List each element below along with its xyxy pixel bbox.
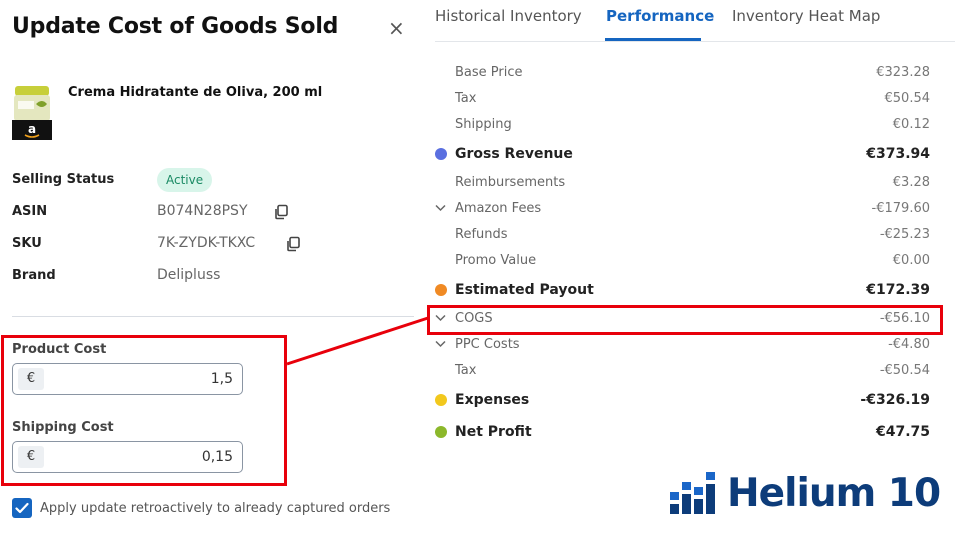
close-icon[interactable]: × xyxy=(388,16,405,40)
tab-performance[interactable]: Performance xyxy=(606,7,714,25)
row-label: Amazon Fees xyxy=(455,201,542,216)
row-value: €47.75 xyxy=(875,424,930,440)
asin-label: ASIN xyxy=(12,204,48,219)
row-value: €50.54 xyxy=(884,91,931,106)
helium10-logo-text: Helium 10 xyxy=(727,471,941,516)
chevron-down-icon[interactable] xyxy=(435,204,446,212)
row-label: Refunds xyxy=(455,227,508,242)
line-item-row: Promo Value €0.00 xyxy=(432,248,932,274)
product-name: Crema Hidratante de Oliva, 200 ml xyxy=(68,85,323,100)
tab-inventory-heat-map[interactable]: Inventory Heat Map xyxy=(732,7,880,25)
line-item-row: Base Price €323.28 xyxy=(432,60,932,86)
row-value: €172.39 xyxy=(866,282,930,298)
line-item-row: Shipping €0.12 xyxy=(432,112,932,138)
chevron-down-icon[interactable] xyxy=(435,314,446,322)
product-cost-field[interactable]: € xyxy=(12,363,243,395)
currency-euro-icon: € xyxy=(18,446,44,468)
shipping-cost-label: Shipping Cost xyxy=(12,420,114,435)
selling-status-label: Selling Status xyxy=(12,172,115,187)
row-value: €0.12 xyxy=(892,117,930,132)
legend-dot-icon xyxy=(435,148,447,160)
row-label: Reimbursements xyxy=(455,175,566,190)
row-label: PPC Costs xyxy=(455,337,520,352)
legend-dot-icon xyxy=(435,426,447,438)
row-label: Estimated Payout xyxy=(455,282,594,298)
row-label: Base Price xyxy=(455,65,523,80)
row-label: COGS xyxy=(455,311,493,326)
row-value: -€326.19 xyxy=(860,392,930,408)
brand-label: Brand xyxy=(12,268,56,283)
row-label: Expenses xyxy=(455,392,530,408)
line-item-row: Tax -€50.54 xyxy=(432,358,932,384)
line-item-row[interactable]: PPC Costs -€4.80 xyxy=(432,332,932,358)
tab-bar-border xyxy=(435,41,955,42)
row-label: Promo Value xyxy=(455,253,537,268)
row-value: €373.94 xyxy=(866,146,930,162)
legend-dot-icon xyxy=(435,284,447,296)
svg-text:a: a xyxy=(28,122,36,136)
row-label: Gross Revenue xyxy=(455,146,573,162)
row-value: -€56.10 xyxy=(879,311,930,326)
legend-dot-icon xyxy=(435,394,447,406)
summary-row: Estimated Payout €172.39 xyxy=(432,277,932,303)
chevron-down-icon[interactable] xyxy=(435,340,446,348)
line-item-row[interactable]: Amazon Fees -€179.60 xyxy=(432,196,932,222)
line-item-row: Reimbursements €3.28 xyxy=(432,170,932,196)
summary-row: Expenses -€326.19 xyxy=(432,387,932,413)
product-jar-icon: a xyxy=(12,86,52,140)
product-cost-input[interactable] xyxy=(49,366,233,392)
brand-value: Delipluss xyxy=(157,267,221,283)
product-cost-label: Product Cost xyxy=(12,342,107,357)
tab-historical-inventory[interactable]: Historical Inventory xyxy=(435,7,582,25)
active-tab-indicator xyxy=(605,38,701,41)
retroactive-checkbox[interactable] xyxy=(12,498,32,518)
row-value: €323.28 xyxy=(876,65,930,80)
row-value: €3.28 xyxy=(892,175,930,190)
shipping-cost-input[interactable] xyxy=(49,444,233,470)
asin-value: B074N28PSY xyxy=(157,203,248,219)
line-item-row[interactable]: COGS -€56.10 xyxy=(432,306,932,332)
currency-euro-icon: € xyxy=(18,368,44,390)
copy-asin-icon[interactable] xyxy=(273,204,289,220)
row-value: -€25.23 xyxy=(879,227,930,242)
summary-row: Net Profit €47.75 xyxy=(432,419,932,445)
line-item-row: Tax €50.54 xyxy=(432,86,932,112)
row-value: -€179.60 xyxy=(871,201,930,216)
row-value: -€4.80 xyxy=(888,337,930,352)
row-label: Shipping xyxy=(455,117,512,132)
row-value: €0.00 xyxy=(892,253,930,268)
copy-sku-icon[interactable] xyxy=(285,236,301,252)
row-label: Tax xyxy=(455,363,477,378)
row-value: -€50.54 xyxy=(879,363,930,378)
line-item-row: Refunds -€25.23 xyxy=(432,222,932,248)
checkmark-icon xyxy=(15,502,29,514)
update-cogs-panel: Update Cost of Goods Sold × a Crema Hidr… xyxy=(0,0,420,538)
sku-label: SKU xyxy=(12,236,42,251)
summary-row: Gross Revenue €373.94 xyxy=(432,141,932,167)
shipping-cost-field[interactable]: € xyxy=(12,441,243,473)
row-label: Tax xyxy=(455,91,477,106)
divider xyxy=(12,316,414,317)
retroactive-label: Apply update retroactively to already ca… xyxy=(40,501,391,516)
status-badge: Active xyxy=(157,168,213,192)
helium10-logo-mark xyxy=(670,472,715,514)
panel-title: Update Cost of Goods Sold xyxy=(12,14,339,39)
sku-value: 7K-ZYDK-TKXC xyxy=(157,235,256,251)
row-label: Net Profit xyxy=(455,424,532,440)
